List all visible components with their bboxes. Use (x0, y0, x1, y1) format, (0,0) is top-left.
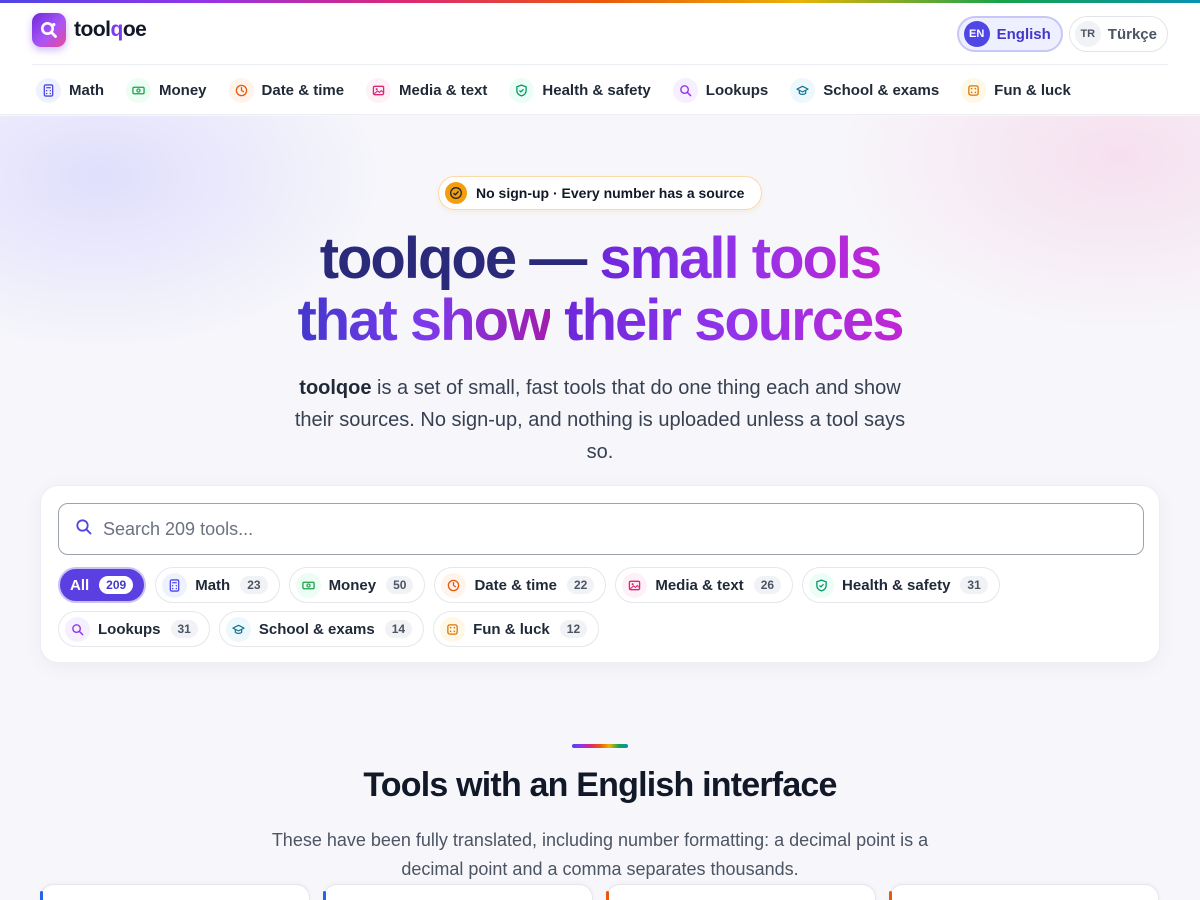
nav-item-label: School & exams (823, 81, 940, 99)
chip-label: Lookups (98, 620, 161, 638)
search-icon (672, 77, 698, 103)
nav-item-label: Media & text (399, 81, 488, 99)
chip-count: 23 (240, 576, 268, 594)
banknote-icon (126, 77, 151, 103)
filter-chip-money[interactable]: Money 50 (288, 567, 426, 603)
header-divider (32, 64, 1168, 65)
filter-chip-all[interactable]: All 209 (58, 567, 147, 603)
nav-item-label: Lookups (705, 81, 769, 99)
image-icon (366, 77, 392, 103)
tool-card[interactable] (323, 884, 593, 900)
filter-chip-math[interactable]: Math 23 (155, 567, 280, 603)
image-icon (622, 572, 648, 598)
section-accent-bar (572, 744, 628, 748)
chip-label: School & exams (258, 620, 375, 638)
nav-item-health-safety[interactable]: Health & safety (509, 76, 651, 104)
section-title: Tools with an English interface (363, 766, 837, 804)
filter-chip-media-text[interactable]: Media & text 26 (615, 567, 794, 603)
filter-chip-date-time[interactable]: Date & time 22 (434, 567, 607, 603)
lang-button-english[interactable]: EN English (956, 16, 1063, 52)
chip-label: Media & text (655, 576, 744, 594)
banknote-icon (295, 572, 321, 598)
filter-chip-lookups[interactable]: Lookups 31 (58, 611, 210, 647)
chip-count: 31 (170, 620, 198, 638)
dice-icon (961, 77, 987, 103)
tool-card[interactable] (606, 884, 876, 900)
chip-count: 26 (753, 576, 782, 594)
nav-item-lookups[interactable]: Lookups (672, 76, 769, 104)
dice-icon (440, 616, 466, 642)
nav-item-math[interactable]: Math (36, 76, 104, 104)
graduation-cap-icon (790, 77, 816, 103)
graduation-cap-icon (225, 616, 251, 642)
nav-item-fun-luck[interactable]: Fun & luck (961, 76, 1071, 104)
nav-item-date-time[interactable]: Date & time (228, 76, 345, 104)
lang-button-turkish[interactable]: TR Türkçe (1068, 16, 1168, 52)
search-icon (75, 518, 93, 541)
nav-item-school-exams[interactable]: School & exams (790, 76, 939, 104)
brand-logo-link[interactable]: toolqoe (32, 13, 147, 47)
hero-badge-text: No sign-up · Every number has a source (476, 185, 745, 201)
chip-label: Date & time (474, 576, 557, 594)
nav-item-label: Date & time (261, 81, 345, 99)
category-nav: Math Money Date & time Media & text Heal… (36, 76, 1071, 104)
shield-icon (809, 572, 835, 598)
nav-item-label: Math (69, 81, 104, 99)
chip-label: Fun & luck (473, 620, 550, 638)
search-input[interactable] (103, 509, 1143, 549)
hero-description: toolqoe is a set of small, fast tools th… (294, 377, 906, 463)
lang-code-badge: EN (963, 21, 990, 47)
nav-item-label: Money (159, 81, 207, 99)
search-box[interactable] (58, 503, 1144, 555)
check-circle-icon (445, 182, 467, 204)
filter-chip-health-safety[interactable]: Health & safety 31 (802, 567, 1000, 603)
category-filter-chips: All 209 Math 23 Money 50 Date & time 22 … (58, 567, 1144, 647)
nav-item-label: Health & safety (542, 81, 651, 99)
nav-item-media-text[interactable]: Media & text (366, 76, 487, 104)
language-switcher: EN English TR Türkçe (956, 16, 1168, 52)
calculator-icon (162, 572, 188, 598)
tool-card[interactable] (889, 884, 1159, 900)
chip-count: 50 (386, 576, 414, 594)
nav-item-money[interactable]: Money (126, 76, 207, 104)
site-header: toolqoe EN English TR Türkçe Math Money … (0, 3, 1200, 115)
chip-label: All (70, 576, 90, 594)
hero-badge: No sign-up · Every number has a source (438, 176, 762, 210)
filter-chip-fun-luck[interactable]: Fun & luck 12 (433, 611, 600, 647)
shield-icon (509, 77, 535, 103)
clock-icon (228, 77, 254, 103)
chip-count: 31 (960, 576, 988, 594)
magnifier-logo-icon (32, 13, 66, 47)
chip-count: 14 (384, 620, 413, 638)
chip-count: 22 (566, 576, 595, 594)
brand-name: toolqoe (74, 18, 147, 41)
chip-label: Health & safety (842, 576, 951, 594)
calculator-icon (36, 77, 61, 103)
chip-label: Math (195, 576, 231, 594)
lang-label: English (996, 25, 1051, 43)
nav-item-label: Fun & luck (994, 81, 1071, 99)
tool-card[interactable] (40, 884, 310, 900)
chip-label: Money (328, 576, 377, 594)
section-description: These have been fully translated, includ… (271, 830, 929, 879)
lang-code-badge: TR (1074, 21, 1101, 47)
chip-count: 209 (99, 576, 134, 594)
search-icon (65, 616, 90, 642)
lang-label: Türkçe (1107, 25, 1157, 43)
filter-chip-school-exams[interactable]: School & exams 14 (218, 611, 425, 647)
clock-icon (441, 572, 467, 598)
chip-count: 12 (559, 620, 588, 638)
search-card: All 209 Math 23 Money 50 Date & time 22 … (40, 485, 1160, 663)
hero-title: toolqoe — small tools that show their so… (297, 226, 904, 353)
